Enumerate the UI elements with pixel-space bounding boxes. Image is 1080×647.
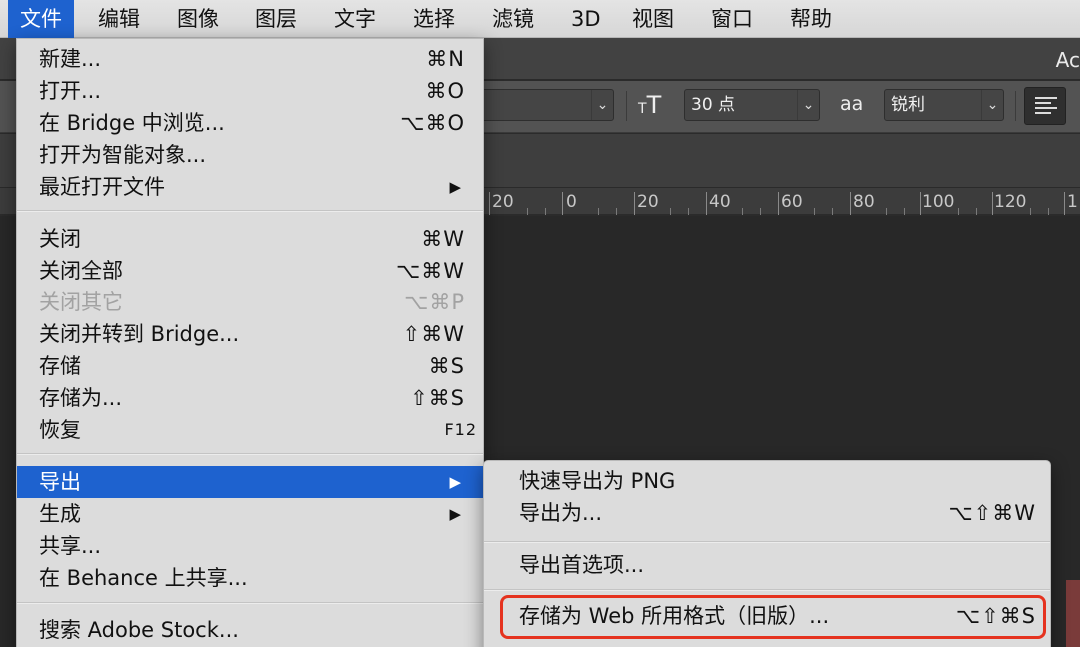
ruler-label: 1	[1067, 192, 1078, 212]
menu-help[interactable]: 帮助	[790, 0, 832, 38]
menu-item-open-recent[interactable]: 最近打开文件 ▶	[17, 171, 483, 203]
menu-3d[interactable]: 3D	[571, 0, 601, 38]
submenu-arrow-icon: ▶	[449, 505, 461, 523]
ruler-label: 0	[566, 192, 577, 212]
menu-item-search-adobe-stock[interactable]: 搜索 Adobe Stock...	[17, 614, 483, 646]
antialias-icon: aa	[840, 93, 864, 115]
align-left-button[interactable]	[1024, 87, 1066, 125]
file-menu: 新建... ⌘N 打开... ⌘O 在 Bridge 中浏览... ⌥⌘O 打开…	[16, 38, 484, 647]
menu-item-export-preferences[interactable]: 导出首选项...	[484, 549, 1050, 581]
menu-separator	[484, 589, 1050, 591]
ruler-label: 60	[781, 192, 803, 212]
menu-type[interactable]: 文字	[334, 0, 376, 38]
menu-item-share-on-behance[interactable]: 在 Behance 上共享...	[17, 562, 483, 594]
menu-item-generate[interactable]: 生成 ▶	[17, 498, 483, 530]
annotation-highlight-box	[500, 595, 1046, 639]
menu-edit[interactable]: 编辑	[98, 0, 140, 38]
chevron-down-icon: ⌄	[797, 90, 819, 120]
menu-item-export[interactable]: 导出 ▶	[17, 466, 483, 498]
menu-item-revert[interactable]: 恢复 F12	[17, 414, 483, 446]
antialias-value: 锐利	[891, 95, 925, 115]
ruler-label: 100	[922, 192, 955, 212]
menu-item-close[interactable]: 关闭 ⌘W	[17, 223, 483, 255]
menu-separator	[17, 453, 483, 455]
ruler-label: 20	[492, 192, 514, 212]
chevron-down-icon: ⌄	[591, 90, 613, 120]
divider	[1015, 91, 1016, 121]
menu-view[interactable]: 视图	[632, 0, 674, 38]
chevron-down-icon: ⌄	[981, 90, 1003, 120]
menu-item-save-as[interactable]: 存储为... ⇧⌘S	[17, 382, 483, 414]
menu-item-open[interactable]: 打开... ⌘O	[17, 75, 483, 107]
submenu-arrow-icon: ▶	[449, 473, 461, 491]
menu-item-quick-export-png[interactable]: 快速导出为 PNG	[484, 465, 1050, 497]
menu-separator	[484, 541, 1050, 543]
menu-select[interactable]: 选择	[413, 0, 455, 38]
ruler-label: 20	[637, 192, 659, 212]
menu-layer[interactable]: 图层	[255, 0, 297, 38]
submenu-arrow-icon: ▶	[449, 178, 461, 196]
menu-item-share[interactable]: 共享...	[17, 530, 483, 562]
menu-file[interactable]: 文件	[8, 0, 74, 38]
divider	[626, 91, 627, 121]
menu-image[interactable]: 图像	[177, 0, 219, 38]
menu-item-browse-in-bridge[interactable]: 在 Bridge 中浏览... ⌥⌘O	[17, 107, 483, 139]
menu-separator	[17, 210, 483, 212]
menu-item-open-as-smart-object[interactable]: 打开为智能对象...	[17, 139, 483, 171]
menu-bar: 文件 编辑 图像 图层 文字 选择 滤镜 3D 视图 窗口 帮助	[0, 0, 1080, 38]
menu-filter[interactable]: 滤镜	[492, 0, 534, 38]
font-size-select[interactable]: 30 点 ⌄	[684, 89, 820, 121]
font-size-value: 30 点	[691, 95, 736, 115]
ruler-label: 80	[853, 192, 875, 212]
font-style-select[interactable]: ⌄	[470, 89, 614, 121]
menu-item-close-and-go-to-bridge[interactable]: 关闭并转到 Bridge... ⇧⌘W	[17, 318, 483, 350]
window-title: Ac	[1055, 48, 1080, 72]
menu-item-save[interactable]: 存储 ⌘S	[17, 350, 483, 382]
menu-separator	[17, 602, 483, 604]
canvas-image-edge	[1066, 580, 1080, 647]
ruler-label: 40	[709, 192, 731, 212]
ruler-label: 120	[994, 192, 1027, 212]
menu-item-close-all[interactable]: 关闭全部 ⌥⌘W	[17, 255, 483, 287]
menu-item-new[interactable]: 新建... ⌘N	[17, 43, 483, 75]
menu-item-export-as[interactable]: 导出为... ⌥⇧⌘W	[484, 497, 1050, 529]
menu-window[interactable]: 窗口	[711, 0, 753, 38]
antialias-select[interactable]: 锐利 ⌄	[884, 89, 1004, 121]
text-size-icon: TT	[638, 91, 662, 119]
menu-item-close-others: 关闭其它 ⌥⌘P	[39, 290, 465, 314]
